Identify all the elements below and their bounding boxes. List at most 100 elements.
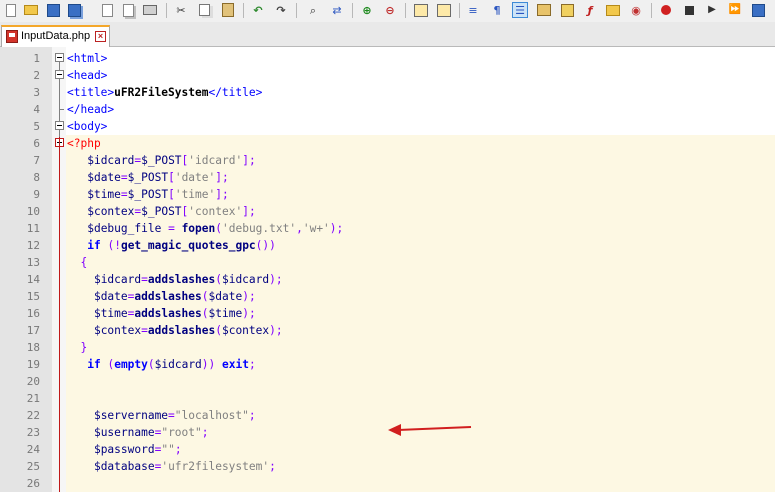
toolbar-separator: [459, 3, 460, 18]
code-text: $date=$_POST['date'];: [87, 171, 229, 184]
php-block-edge: [59, 137, 60, 492]
save-all-icon[interactable]: [66, 2, 82, 18]
toolbar-separator: [296, 3, 297, 18]
code-line[interactable]: 17 $contex=addslashes($contex);: [0, 322, 775, 339]
save-macro-icon[interactable]: [750, 2, 766, 18]
code-text: $date=addslashes($date);: [93, 290, 256, 303]
line-number: 23: [26, 426, 40, 439]
code-line[interactable]: 7 $idcard=$_POST['idcard'];: [0, 152, 775, 169]
code-text: $time=$_POST['time'];: [87, 188, 229, 201]
toolbar-separator: [352, 3, 353, 18]
stop-macro-icon[interactable]: [681, 2, 697, 18]
line-number: 1: [33, 52, 40, 65]
open-file-icon[interactable]: [23, 2, 39, 18]
code-text: }: [80, 341, 88, 354]
line-number: 14: [26, 273, 40, 286]
doc-map-icon[interactable]: [559, 2, 575, 18]
line-number: 17: [26, 324, 40, 337]
paste-icon[interactable]: [220, 2, 236, 18]
file-icon: [6, 30, 18, 43]
indent-guide-icon[interactable]: ☰: [512, 2, 528, 18]
find-icon[interactable]: ⌕: [305, 2, 321, 18]
play-macro-icon[interactable]: ▶: [704, 2, 720, 18]
toolbar-separator: [166, 3, 167, 18]
code-text: <body>: [67, 120, 108, 133]
code-line[interactable]: 4 </head>: [0, 101, 775, 118]
line-number: 21: [26, 392, 40, 405]
close-tab-icon[interactable]: ×: [95, 31, 106, 42]
php-block-background: [66, 390, 775, 407]
undo-icon[interactable]: ↶: [250, 2, 266, 18]
code-text: $database='ufr2filesystem';: [93, 460, 276, 473]
function-list-icon[interactable]: ƒ: [582, 2, 598, 18]
php-block-background: [66, 135, 775, 152]
word-wrap-icon[interactable]: ≡: [465, 2, 481, 18]
sync-vertical-icon[interactable]: [413, 2, 429, 18]
code-line[interactable]: 25 $database='ufr2filesystem';: [0, 458, 775, 475]
zoom-in-icon[interactable]: ⊕: [359, 2, 375, 18]
php-block-background: [66, 475, 775, 492]
zoom-out-icon[interactable]: ⊖: [382, 2, 398, 18]
code-line[interactable]: 23 $username="root";: [0, 424, 775, 441]
line-number: 9: [33, 188, 40, 201]
code-line[interactable]: 22 $servername="localhost";: [0, 407, 775, 424]
code-line[interactable]: 10 $contex=$_POST['contex'];: [0, 203, 775, 220]
copy-icon[interactable]: [196, 2, 212, 18]
code-line[interactable]: 20: [0, 373, 775, 390]
code-line[interactable]: 9 $time=$_POST['time'];: [0, 186, 775, 203]
show-all-chars-icon[interactable]: ¶: [489, 2, 505, 18]
code-line[interactable]: 6 <?php: [0, 135, 775, 152]
code-text: $time=addslashes($time);: [93, 307, 256, 320]
cut-icon[interactable]: ✂: [173, 2, 189, 18]
code-line[interactable]: 19 if (empty($idcard)) exit;: [0, 356, 775, 373]
code-editor[interactable]: 1 <html> 2 <head> 3 <title>uFR2FileSystem</ti…: [0, 47, 775, 492]
print-icon[interactable]: [142, 2, 158, 18]
code-line[interactable]: 26: [0, 475, 775, 492]
tab-label: InputData.php: [21, 30, 91, 42]
code-line[interactable]: 2 <head>: [0, 67, 775, 84]
code-text: <?php: [67, 137, 101, 150]
code-line[interactable]: 16 $time=addslashes($time);: [0, 305, 775, 322]
code-line[interactable]: 13 {: [0, 254, 775, 271]
close-icon[interactable]: [99, 2, 115, 18]
code-line[interactable]: 11 $debug_file = fopen('debug.txt','w+')…: [0, 220, 775, 237]
fold-toggle-icon[interactable]: [55, 121, 64, 130]
folder-workspace-icon[interactable]: [605, 2, 621, 18]
code-line[interactable]: 5 <body>: [0, 118, 775, 135]
monitor-icon[interactable]: ◉: [628, 2, 644, 18]
toolbar-separator: [405, 3, 406, 18]
record-macro-icon[interactable]: [658, 2, 674, 18]
code-line[interactable]: 3 <title>uFR2FileSystem</title>: [0, 84, 775, 101]
code-text: if (empty($idcard)) exit;: [87, 358, 256, 371]
line-number: 13: [26, 256, 40, 269]
sync-horizontal-icon[interactable]: [436, 2, 452, 18]
redo-icon[interactable]: ↷: [273, 2, 289, 18]
tab-inputdata[interactable]: InputData.php ×: [1, 25, 110, 47]
code-line[interactable]: 14 $idcard=addslashes($idcard);: [0, 271, 775, 288]
code-text: $contex=$_POST['contex'];: [87, 205, 256, 218]
new-file-icon[interactable]: [3, 2, 19, 18]
close-all-icon[interactable]: [120, 2, 136, 18]
run-macro-multiple-icon[interactable]: ⏩: [727, 2, 743, 18]
fold-toggle-icon[interactable]: [55, 70, 64, 79]
code-text: $username="root";: [93, 426, 209, 439]
line-number: 12: [26, 239, 40, 252]
line-number: 7: [33, 154, 40, 167]
line-number: 2: [33, 69, 40, 82]
code-line[interactable]: 18 }: [0, 339, 775, 356]
code-line[interactable]: 12 if (!get_magic_quotes_gpc()): [0, 237, 775, 254]
code-line[interactable]: 24 $password="";: [0, 441, 775, 458]
line-number: 11: [26, 222, 40, 235]
line-number: 16: [26, 307, 40, 320]
line-number: 22: [26, 409, 40, 422]
replace-icon[interactable]: ⇄: [329, 2, 345, 18]
toolbar-separator: [651, 3, 652, 18]
code-line[interactable]: 8 $date=$_POST['date'];: [0, 169, 775, 186]
code-line[interactable]: 1 <html>: [0, 50, 775, 67]
fold-toggle-icon[interactable]: [55, 53, 64, 62]
save-icon[interactable]: [45, 2, 61, 18]
code-line[interactable]: 15 $date=addslashes($date);: [0, 288, 775, 305]
code-line[interactable]: 21: [0, 390, 775, 407]
udl-icon[interactable]: [536, 2, 552, 18]
line-number: 15: [26, 290, 40, 303]
